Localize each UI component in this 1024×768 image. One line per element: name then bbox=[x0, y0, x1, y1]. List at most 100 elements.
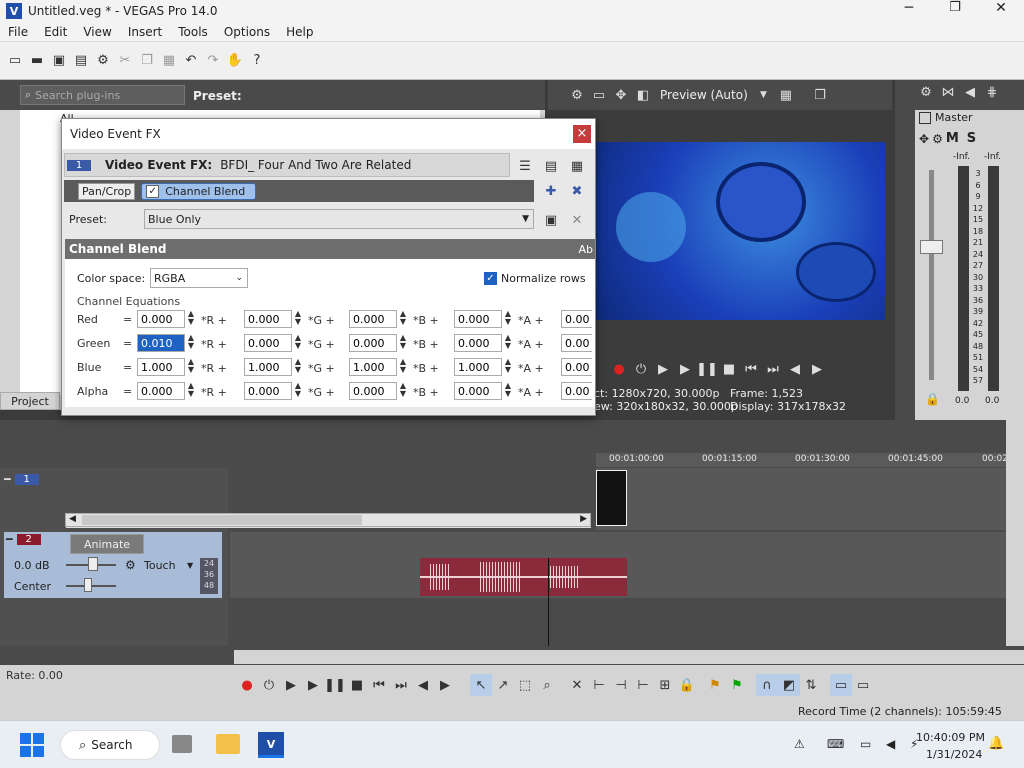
playhead-cursor[interactable] bbox=[548, 558, 549, 646]
maximize-button[interactable]: ❐ bbox=[932, 0, 978, 16]
record-icon[interactable]: ● bbox=[236, 674, 258, 696]
go-to-end-icon[interactable]: ⏭ bbox=[390, 674, 412, 696]
start-icon[interactable] bbox=[20, 733, 44, 757]
vegas-taskbar-icon[interactable]: V bbox=[258, 732, 284, 758]
plugin-search[interactable]: ⌕ Search plug-ins bbox=[20, 85, 185, 105]
fx-icon[interactable]: ⚙ bbox=[932, 132, 943, 146]
lock-icon[interactable]: 🔒 bbox=[925, 392, 940, 406]
task-view-icon[interactable] bbox=[172, 735, 192, 753]
move-icon[interactable]: ✥ bbox=[919, 132, 929, 146]
next-frame-icon[interactable]: ▶ bbox=[434, 674, 456, 696]
clock-date[interactable]: 1/31/2024 bbox=[926, 748, 982, 761]
marker-icon[interactable]: ⚑ bbox=[704, 674, 726, 696]
minimize-track-icon[interactable]: ━ bbox=[6, 533, 13, 546]
minimize-track-icon[interactable]: ━ bbox=[4, 473, 11, 486]
play-icon[interactable]: ▶ bbox=[674, 358, 696, 380]
spin-arrows-icon[interactable]: ▲ ▼ bbox=[504, 334, 512, 350]
volume-handle[interactable] bbox=[88, 557, 98, 571]
trim-icon[interactable]: ⊢ bbox=[588, 674, 610, 696]
menu-file[interactable]: File bbox=[8, 25, 28, 39]
plugin-chain-icon[interactable]: ✚ bbox=[540, 180, 562, 202]
trim-end-icon[interactable]: ⊢ bbox=[632, 674, 654, 696]
auto-crossfade-icon[interactable]: ◩ bbox=[778, 674, 800, 696]
dim-icon[interactable]: ◀ bbox=[959, 81, 981, 103]
external-monitor-icon[interactable]: ▭ bbox=[588, 84, 610, 106]
open-icon[interactable]: ▬ bbox=[26, 50, 48, 72]
coef-green-4[interactable] bbox=[561, 334, 592, 352]
notification-bell-icon[interactable]: 🔔 bbox=[988, 736, 1004, 751]
dialog-hscrollbar[interactable]: ◀ ▶ bbox=[65, 513, 591, 527]
close-window-button[interactable]: ✕ bbox=[978, 0, 1024, 16]
render-icon[interactable]: ✋ bbox=[224, 50, 246, 72]
clock-time[interactable]: 10:40:09 PM bbox=[916, 731, 985, 744]
delete-preset-icon[interactable]: ✕ bbox=[566, 209, 588, 231]
spin-arrows-icon[interactable]: ▲ ▼ bbox=[187, 382, 195, 398]
properties-icon[interactable]: ⚙ bbox=[92, 50, 114, 72]
menu-view[interactable]: View bbox=[83, 25, 111, 39]
pan-crop-tab[interactable]: Pan/Crop bbox=[78, 182, 136, 200]
record-icon[interactable]: ● bbox=[608, 358, 630, 380]
overlay-icon[interactable]: ◧ bbox=[632, 84, 654, 106]
event-pan-crop-icon[interactable]: ▭ bbox=[830, 674, 852, 696]
solo-button[interactable]: S bbox=[967, 131, 976, 146]
zoom-tool-icon[interactable]: ⌕ bbox=[536, 674, 558, 696]
go-to-start-icon[interactable]: ⏮ bbox=[740, 358, 762, 380]
automation-mode[interactable]: Touch bbox=[144, 559, 176, 572]
paste-icon[interactable]: ▦ bbox=[158, 50, 180, 72]
loop-icon[interactable]: ⏻ bbox=[630, 358, 652, 380]
animate-button[interactable]: Animate bbox=[70, 534, 144, 554]
ripple-edit-icon[interactable]: ⇅ bbox=[800, 674, 822, 696]
video-event[interactable] bbox=[596, 470, 627, 526]
grid-icon[interactable]: ▦ bbox=[775, 84, 797, 106]
layout-list-icon[interactable]: ☰ bbox=[514, 155, 536, 177]
snapping-icon[interactable]: ∩ bbox=[756, 674, 778, 696]
spin-arrows-icon[interactable]: ▲ ▼ bbox=[399, 358, 407, 374]
volume-icon[interactable]: ◀ bbox=[886, 737, 895, 751]
coef-blue-1[interactable] bbox=[244, 358, 292, 376]
settings-icon[interactable]: ⚙ bbox=[566, 84, 588, 106]
cut-icon[interactable]: ✂ bbox=[114, 50, 136, 72]
preset-dropdown[interactable]: Blue Only ▼ bbox=[144, 209, 534, 229]
new-icon[interactable]: ▭ bbox=[4, 50, 26, 72]
stop-icon[interactable]: ■ bbox=[346, 674, 368, 696]
copy-snapshot-icon[interactable]: ❐ bbox=[809, 84, 831, 106]
timeline-hscroll[interactable] bbox=[234, 650, 1024, 664]
auto-preview-icon[interactable]: ▭ bbox=[852, 674, 874, 696]
menu-help[interactable]: Help bbox=[286, 25, 313, 39]
normal-edit-tool-icon[interactable]: ↖ bbox=[470, 674, 492, 696]
pause-icon[interactable]: ❚❚ bbox=[696, 358, 718, 380]
spin-arrows-icon[interactable]: ▲ ▼ bbox=[187, 358, 195, 374]
spin-arrows-icon[interactable]: ▲ ▼ bbox=[504, 382, 512, 398]
pan-handle[interactable] bbox=[84, 578, 92, 592]
loop-icon[interactable]: ⏻ bbox=[258, 674, 280, 696]
spin-arrows-icon[interactable]: ▲ ▼ bbox=[294, 382, 302, 398]
spin-arrows-icon[interactable]: ▲ ▼ bbox=[187, 334, 195, 350]
menu-insert[interactable]: Insert bbox=[128, 25, 162, 39]
taskbar-search[interactable]: ⌕ Search bbox=[60, 730, 160, 760]
minimize-button[interactable]: ─ bbox=[886, 0, 932, 16]
delete-icon[interactable]: ✕ bbox=[566, 674, 588, 696]
file-explorer-icon[interactable] bbox=[216, 734, 240, 754]
trim-start-icon[interactable]: ⊣ bbox=[610, 674, 632, 696]
track-1-header[interactable]: ━ 1 bbox=[4, 470, 39, 488]
layout-detail-icon[interactable]: ▤ bbox=[540, 155, 562, 177]
pause-icon[interactable]: ❚❚ bbox=[324, 674, 346, 696]
redo-icon[interactable]: ↷ bbox=[202, 50, 224, 72]
mixer-fx-icon[interactable]: ⋕ bbox=[981, 81, 1003, 103]
coef-red-2[interactable] bbox=[349, 310, 397, 328]
split-icon[interactable]: ⊞ bbox=[654, 674, 676, 696]
coef-red-3[interactable] bbox=[454, 310, 502, 328]
prev-frame-icon[interactable]: ◀ bbox=[412, 674, 434, 696]
coef-green-0[interactable] bbox=[137, 334, 185, 352]
normalize-rows-checkbox[interactable]: ✓ bbox=[484, 272, 497, 285]
coef-green-2[interactable] bbox=[349, 334, 397, 352]
coef-alpha-0[interactable] bbox=[137, 382, 185, 400]
coef-green-3[interactable] bbox=[454, 334, 502, 352]
project-tab[interactable]: Project bbox=[0, 392, 60, 410]
keyboard-icon[interactable]: ⌨ bbox=[827, 737, 844, 751]
spin-arrows-icon[interactable]: ▲ ▼ bbox=[294, 334, 302, 350]
spin-arrows-icon[interactable]: ▲ ▼ bbox=[294, 310, 302, 326]
mute-button[interactable]: M bbox=[946, 131, 959, 146]
coef-alpha-2[interactable] bbox=[349, 382, 397, 400]
scroll-right-icon[interactable]: ▶ bbox=[580, 514, 587, 524]
